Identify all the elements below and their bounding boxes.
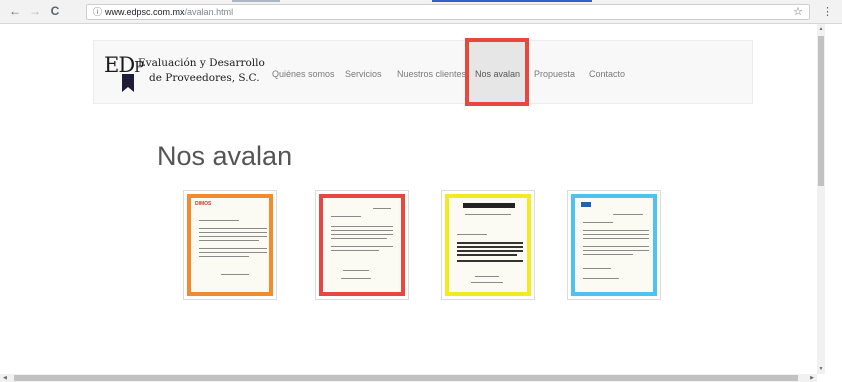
logo-ribbon-icon: [122, 74, 134, 92]
letter-frame: [319, 194, 405, 296]
letter-header-logo: [463, 203, 515, 208]
browser-menu-icon[interactable]: ⋮: [822, 5, 833, 19]
active-tab-highlight-box: [465, 38, 529, 106]
vertical-scrollbar[interactable]: ▲ ▼: [817, 24, 825, 374]
letter-header-logo: [581, 202, 591, 207]
recommendation-letter-3[interactable]: [441, 190, 535, 300]
site-logo[interactable]: EDP Evaluación y Desarrollo de Proveedor…: [104, 53, 274, 93]
letter-frame: [445, 194, 531, 296]
page-title: Nos avalan: [157, 141, 293, 171]
scroll-left-icon[interactable]: ◀: [3, 374, 7, 382]
scroll-down-icon[interactable]: ▼: [817, 366, 825, 372]
nav-item-propuesta[interactable]: Propuesta: [534, 69, 575, 79]
info-icon[interactable]: ⓘ: [93, 7, 102, 17]
url-host: www.edpsc.com.mx: [105, 7, 185, 17]
back-arrow-icon[interactable]: ←: [8, 4, 22, 18]
nav-item-quienes-somos[interactable]: Quiénes somos: [272, 69, 335, 79]
nav-item-servicios[interactable]: Servicios: [345, 69, 382, 79]
url-path: /avalan.html: [184, 7, 234, 17]
recommendation-letter-2[interactable]: [315, 190, 409, 300]
letter-frame: DIMOS: [187, 194, 273, 296]
horizontal-scrollbar[interactable]: ◀ ▶: [0, 374, 817, 382]
tab-indicator-left: [232, 0, 280, 2]
forward-arrow-icon[interactable]: →: [28, 4, 42, 18]
recommendation-letter-1[interactable]: DIMOS: [183, 190, 277, 300]
vertical-scroll-thumb[interactable]: [818, 36, 824, 186]
logo-line-2: de Proveedores, S.C.: [149, 72, 260, 84]
address-bar[interactable]: ⓘ www.edpsc.com.mx/avalan.html ☆: [86, 4, 810, 20]
nav-item-nuestros-clientes[interactable]: Nuestros clientes: [397, 69, 466, 79]
logo-line-1: Evaluación y Desarrollo: [138, 57, 265, 69]
browser-toolbar: ← → C ⓘ www.edpsc.com.mx/avalan.html ☆ ⋮: [0, 0, 842, 24]
reload-icon[interactable]: C: [48, 4, 62, 18]
letter-frame: [571, 194, 657, 296]
scroll-right-icon[interactable]: ▶: [810, 374, 814, 382]
nav-item-contacto[interactable]: Contacto: [589, 69, 625, 79]
recommendation-letter-4[interactable]: [567, 190, 661, 300]
site-navbar: EDP Evaluación y Desarrollo de Proveedor…: [93, 40, 753, 105]
scroll-up-icon[interactable]: ▲: [817, 26, 825, 32]
bookmark-star-icon[interactable]: ☆: [793, 5, 803, 19]
horizontal-scroll-thumb[interactable]: [14, 375, 798, 381]
tab-indicator-active: [432, 0, 592, 2]
letter-logo-text: DIMOS: [195, 201, 212, 207]
